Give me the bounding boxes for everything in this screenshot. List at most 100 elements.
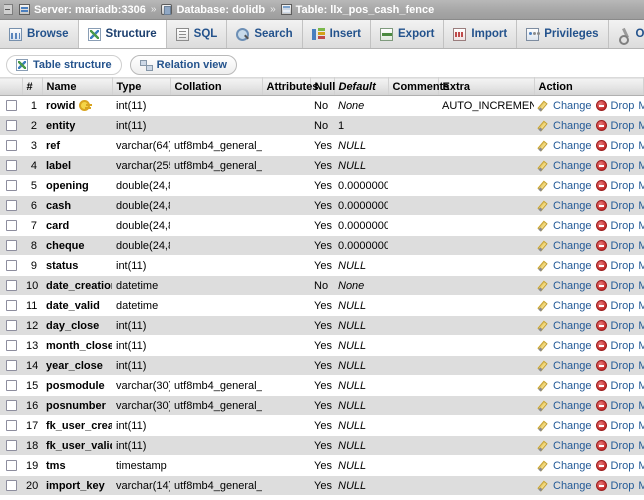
change-link[interactable]: Change xyxy=(553,440,592,452)
drop-icon[interactable] xyxy=(595,280,607,291)
pencil-icon[interactable] xyxy=(538,380,549,391)
tab-sql[interactable]: SQL xyxy=(167,20,228,48)
drop-icon[interactable] xyxy=(595,160,607,171)
tab-operations[interactable]: Operations xyxy=(609,20,644,48)
row-checkbox[interactable] xyxy=(5,320,17,332)
more-link[interactable]: More xyxy=(638,440,643,452)
pencil-icon[interactable] xyxy=(538,320,549,331)
drop-link[interactable]: Drop xyxy=(611,200,635,212)
more-link[interactable]: More xyxy=(638,300,643,312)
drop-link[interactable]: Drop xyxy=(611,360,635,372)
more-link[interactable]: More xyxy=(638,140,643,152)
drop-icon[interactable] xyxy=(595,380,607,391)
more-link[interactable]: More xyxy=(638,200,643,212)
pencil-icon[interactable] xyxy=(538,300,549,311)
pencil-icon[interactable] xyxy=(538,360,549,371)
drop-icon[interactable] xyxy=(595,140,607,151)
row-checkbox[interactable] xyxy=(5,360,17,372)
change-link[interactable]: Change xyxy=(553,260,592,272)
header-number[interactable]: # xyxy=(22,77,43,96)
drop-link[interactable]: Drop xyxy=(611,340,635,352)
row-checkbox[interactable] xyxy=(5,100,17,112)
change-link[interactable]: Change xyxy=(553,240,592,252)
drop-icon[interactable] xyxy=(595,400,607,411)
drop-link[interactable]: Drop xyxy=(611,420,635,432)
row-checkbox[interactable] xyxy=(5,460,17,472)
row-checkbox[interactable] xyxy=(5,220,17,232)
drop-link[interactable]: Drop xyxy=(611,460,635,472)
header-attributes[interactable]: Attributes xyxy=(262,77,318,96)
change-link[interactable]: Change xyxy=(553,200,592,212)
change-link[interactable]: Change xyxy=(553,320,592,332)
row-checkbox[interactable] xyxy=(5,300,17,312)
more-link[interactable]: More xyxy=(638,340,643,352)
row-checkbox[interactable] xyxy=(5,400,17,412)
pencil-icon[interactable] xyxy=(538,480,549,491)
change-link[interactable]: Change xyxy=(553,220,592,232)
change-link[interactable]: Change xyxy=(553,160,592,172)
drop-link[interactable]: Drop xyxy=(611,260,635,272)
row-checkbox[interactable] xyxy=(5,440,17,452)
tab-browse[interactable]: Browse xyxy=(0,20,79,48)
change-link[interactable]: Change xyxy=(553,340,592,352)
row-checkbox[interactable] xyxy=(5,120,17,132)
more-link[interactable]: More xyxy=(638,220,643,232)
tab-privileges[interactable]: Privileges xyxy=(517,20,609,48)
tab-structure[interactable]: Structure xyxy=(78,20,167,48)
header-select-all[interactable] xyxy=(0,77,23,96)
more-link[interactable]: More xyxy=(638,360,643,372)
row-checkbox[interactable] xyxy=(5,260,17,272)
pencil-icon[interactable] xyxy=(538,260,549,271)
change-link[interactable]: Change xyxy=(553,420,592,432)
drop-icon[interactable] xyxy=(595,240,607,251)
drop-link[interactable]: Drop xyxy=(611,100,635,112)
drop-link[interactable]: Drop xyxy=(611,120,635,132)
row-checkbox[interactable] xyxy=(5,160,17,172)
more-link[interactable]: More xyxy=(638,100,643,112)
pencil-icon[interactable] xyxy=(538,460,549,471)
header-default[interactable]: Default xyxy=(334,77,389,96)
row-checkbox[interactable] xyxy=(5,140,17,152)
drop-link[interactable]: Drop xyxy=(611,400,635,412)
more-link[interactable]: More xyxy=(638,260,643,272)
drop-icon[interactable] xyxy=(595,440,607,451)
drop-icon[interactable] xyxy=(595,300,607,311)
collapse-handle[interactable] xyxy=(4,4,13,15)
drop-icon[interactable] xyxy=(595,320,607,331)
drop-link[interactable]: Drop xyxy=(611,380,635,392)
more-link[interactable]: More xyxy=(638,320,643,332)
drop-icon[interactable] xyxy=(595,200,607,211)
header-extra[interactable]: Extra xyxy=(438,77,535,96)
pencil-icon[interactable] xyxy=(538,280,549,291)
more-link[interactable]: More xyxy=(638,380,643,392)
pencil-icon[interactable] xyxy=(538,440,549,451)
pencil-icon[interactable] xyxy=(538,420,549,431)
subtab-table-structure[interactable]: Table structure xyxy=(6,54,122,75)
breadcrumb-item-server[interactable]: Server: mariadb:3306 xyxy=(19,4,146,16)
drop-link[interactable]: Drop xyxy=(611,160,635,172)
more-link[interactable]: More xyxy=(638,160,643,172)
row-checkbox[interactable] xyxy=(5,340,17,352)
drop-link[interactable]: Drop xyxy=(611,280,635,292)
drop-icon[interactable] xyxy=(595,260,607,271)
header-comments[interactable]: Comments xyxy=(388,77,449,96)
change-link[interactable]: Change xyxy=(553,180,592,192)
pencil-icon[interactable] xyxy=(538,120,549,131)
drop-link[interactable]: Drop xyxy=(611,240,635,252)
pencil-icon[interactable] xyxy=(538,100,549,111)
more-link[interactable]: More xyxy=(638,180,643,192)
header-collation[interactable]: Collation xyxy=(170,77,263,96)
pencil-icon[interactable] xyxy=(538,240,549,251)
more-link[interactable]: More xyxy=(638,240,643,252)
pencil-icon[interactable] xyxy=(538,140,549,151)
header-type[interactable]: Type xyxy=(112,77,171,96)
more-link[interactable]: More xyxy=(638,280,643,292)
tab-import[interactable]: Import xyxy=(444,20,518,48)
pencil-icon[interactable] xyxy=(538,400,549,411)
row-checkbox[interactable] xyxy=(5,480,17,492)
change-link[interactable]: Change xyxy=(553,120,592,132)
drop-icon[interactable] xyxy=(595,180,607,191)
more-link[interactable]: More xyxy=(638,120,643,132)
change-link[interactable]: Change xyxy=(553,460,592,472)
tab-export[interactable]: Export xyxy=(371,20,445,48)
